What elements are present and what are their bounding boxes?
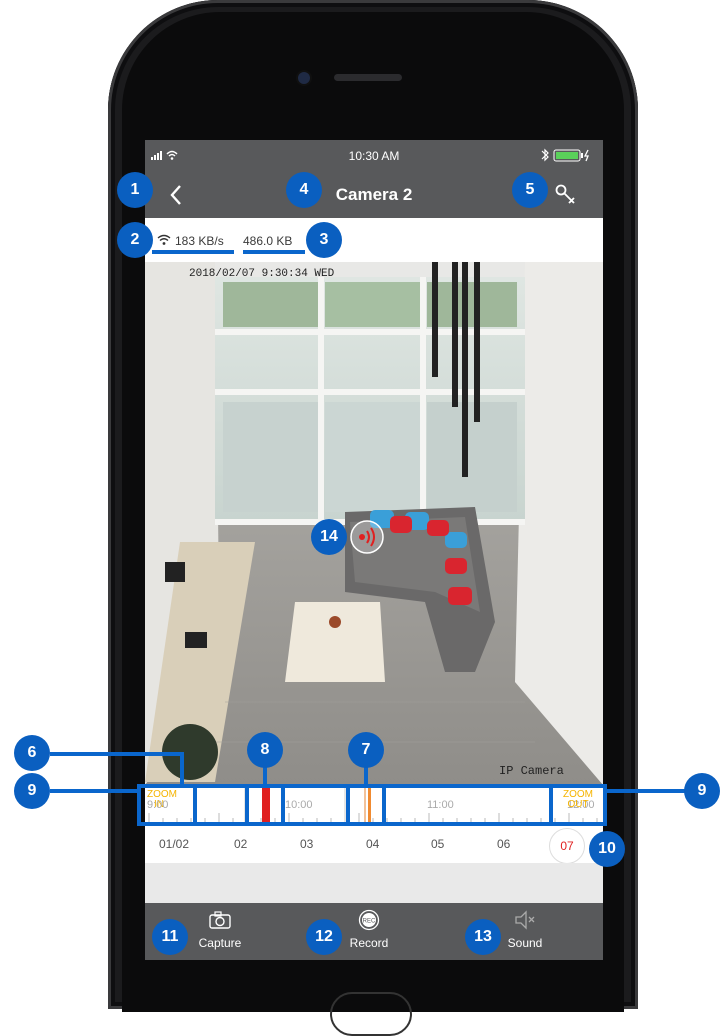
video-watermark: IP Camera [499,764,564,778]
callout-3: 3 [306,222,342,258]
record-marker-outline [245,784,285,826]
bottom-toolbar: Capture REC Record Sound [145,903,603,960]
sound-label: Sound [507,936,543,950]
app-screen: 10:30 AM Camera 2 183 KB/s 486.0 KB 2018… [145,140,603,960]
day-0102[interactable]: 01/02 [159,837,189,851]
date-selector: 01/02 02 03 04 05 06 07 [145,825,603,864]
callout-13: 13 [465,919,501,955]
video-timestamp: 2018/02/07 9:30:34 WED [189,268,335,280]
callout-1: 1 [117,172,153,208]
motion-marker-outline [346,784,386,826]
stream-size: 486.0 KB [243,234,293,248]
two-way-audio-icon[interactable] [349,519,385,555]
zoom-out-outline [549,784,607,826]
rec-icon: REC [358,909,380,931]
day-05[interactable]: 05 [431,837,444,851]
stream-info-bar: 183 KB/s 486.0 KB [145,218,603,262]
callout-14: 14 [311,519,347,555]
callout-5: 5 [512,172,548,208]
capture-label: Capture [198,936,242,950]
bluetooth-battery-icon [541,148,589,162]
wifi-icon [157,234,171,245]
record-label: Record [349,936,389,950]
day-04[interactable]: 04 [366,837,379,851]
front-camera [298,72,310,84]
callout-9-right: 9 [684,773,720,809]
sound-button[interactable]: Sound [495,908,555,956]
earpiece-speaker [334,74,402,81]
status-bar: 10:30 AM [145,140,603,170]
record-button[interactable]: REC Record [339,908,399,956]
callout-9-left: 9 [14,773,50,809]
capture-button[interactable]: Capture [190,908,250,956]
svg-text:REC: REC [363,919,376,925]
callout-11: 11 [152,919,188,955]
line-9-left [50,789,140,793]
speed-underline [152,250,234,254]
status-time: 10:30 AM [348,149,400,163]
live-video[interactable]: 2018/02/07 9:30:34 WED IP Camera [145,262,603,785]
size-underline [243,250,305,254]
callout-2: 2 [117,222,153,258]
callout-10: 10 [589,831,625,867]
zoom-in-outline [137,784,197,826]
day-03[interactable]: 03 [300,837,313,851]
callout-12: 12 [306,919,342,955]
callout-6: 6 [14,735,50,771]
stream-speed: 183 KB/s [175,234,224,248]
speaker-mute-icon [515,910,535,930]
day-02[interactable]: 02 [234,837,247,851]
callout-4: 4 [286,172,322,208]
callout-8: 8 [247,732,283,768]
day-06[interactable]: 06 [497,837,510,851]
callout-7: 7 [348,732,384,768]
day-07-selected[interactable]: 07 [549,828,585,864]
camera-icon [209,911,231,929]
spacer [145,863,603,903]
line-6-v [180,752,184,786]
wrench-settings-icon[interactable] [555,184,577,206]
line-6-h [50,752,184,756]
home-button[interactable] [330,992,412,1036]
line-9-right [605,789,690,793]
